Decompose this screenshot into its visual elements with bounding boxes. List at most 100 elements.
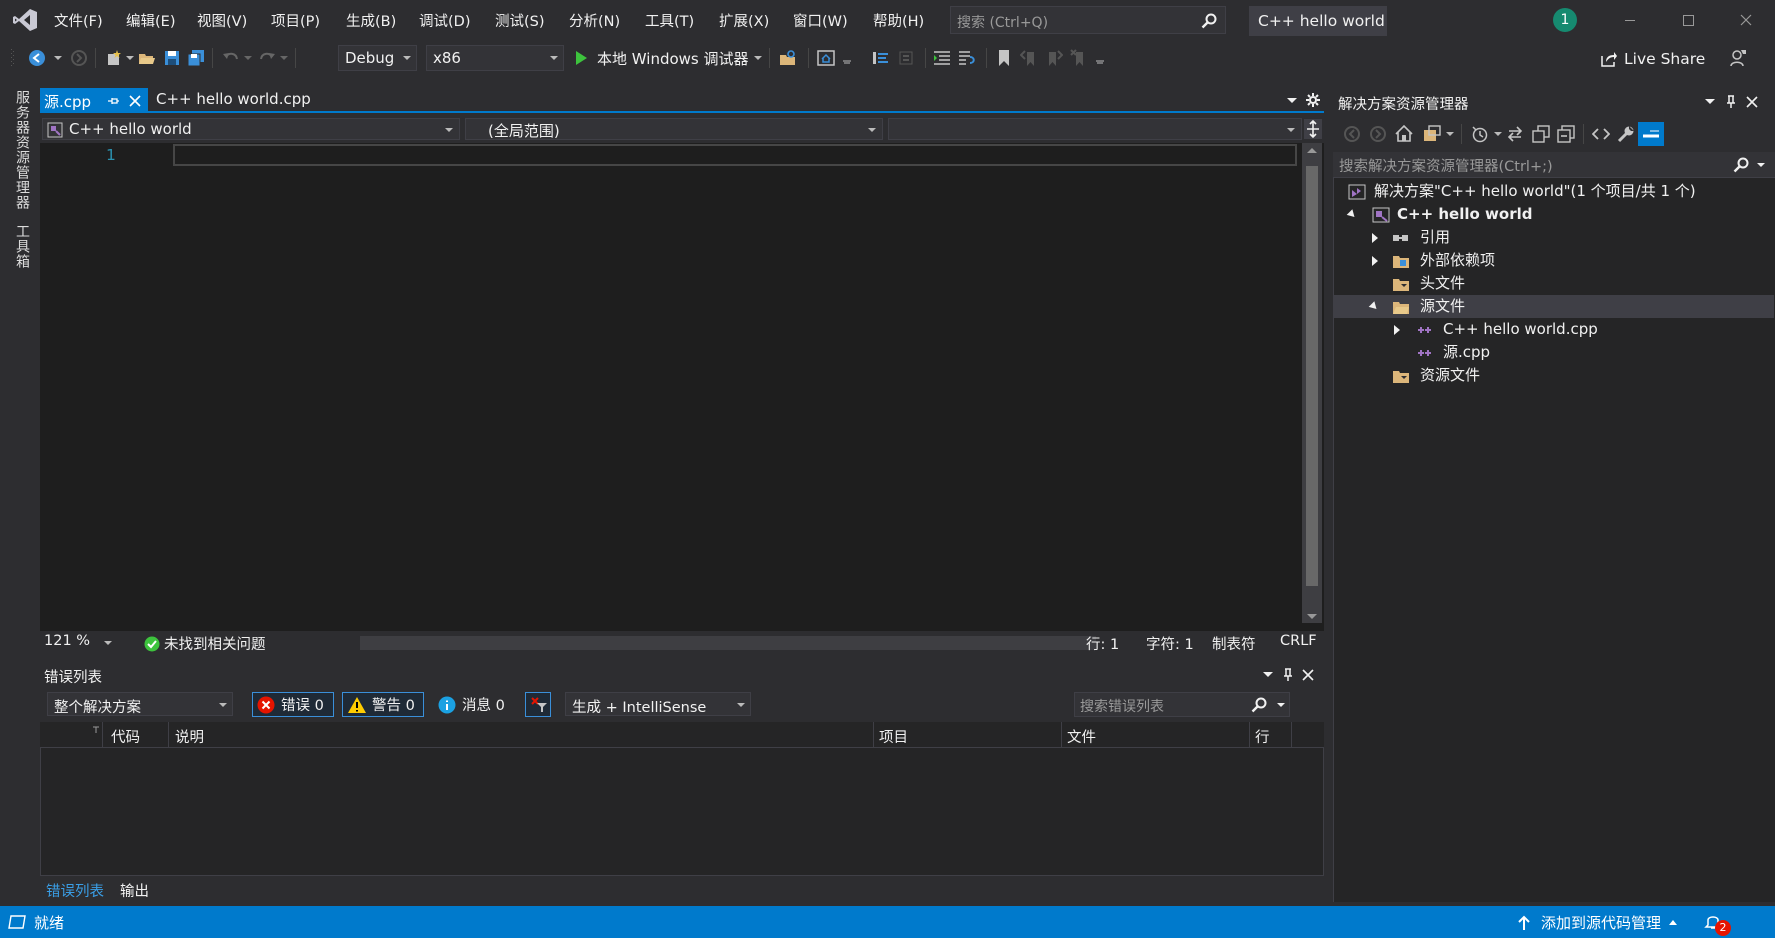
search-options-dropdown-icon[interactable] bbox=[1757, 163, 1765, 168]
bottom-tab-output[interactable]: 输出 bbox=[120, 880, 149, 901]
code-editor[interactable] bbox=[40, 143, 1324, 631]
toolbar-overflow-icon[interactable] bbox=[1096, 60, 1104, 66]
feedback-icon[interactable] bbox=[1729, 49, 1747, 67]
configuration-select[interactable]: Debug bbox=[338, 45, 417, 71]
live-share-button[interactable]: Live Share bbox=[1600, 48, 1705, 70]
close-panel-icon[interactable] bbox=[1302, 669, 1314, 681]
error-source-select[interactable]: 生成 + IntelliSense bbox=[565, 692, 751, 716]
back-dropdown-icon[interactable] bbox=[54, 56, 62, 62]
output-window-icon[interactable] bbox=[8, 915, 26, 929]
quick-search-input[interactable]: 搜索 (Ctrl+Q) bbox=[950, 6, 1226, 34]
filter-dropdown-icon[interactable] bbox=[1494, 132, 1502, 137]
messages-filter-button[interactable]: 消息 0 bbox=[434, 692, 509, 717]
scroll-up-icon[interactable] bbox=[1307, 148, 1317, 154]
menu-view[interactable]: 视图(V) bbox=[197, 10, 247, 31]
maximize-icon[interactable] bbox=[1678, 10, 1698, 30]
editor-tab-hello-world-cpp[interactable]: C++ hello world.cpp bbox=[156, 90, 311, 108]
tree-item-source-files[interactable]: 源文件 bbox=[1334, 295, 1774, 318]
pin-panel-icon[interactable] bbox=[1282, 668, 1294, 682]
toolbox-tab[interactable]: 工具箱 bbox=[12, 224, 32, 269]
navigate-back-icon[interactable] bbox=[28, 49, 46, 67]
collapse-all-icon[interactable] bbox=[1557, 125, 1575, 143]
views-dropdown-icon[interactable] bbox=[1446, 132, 1454, 137]
close-tab-icon[interactable] bbox=[128, 94, 142, 108]
error-scope-select[interactable]: 整个解决方案 bbox=[47, 692, 233, 716]
clear-bookmarks-icon[interactable] bbox=[1070, 49, 1088, 67]
panel-menu-dropdown-icon[interactable] bbox=[1263, 672, 1273, 678]
expanded-arrow-icon[interactable] bbox=[1368, 301, 1380, 312]
redo-dropdown-icon[interactable] bbox=[280, 56, 288, 62]
search-options-dropdown-icon[interactable] bbox=[1277, 703, 1285, 708]
server-explorer-tab[interactable]: 服务器资源管理器 bbox=[12, 90, 32, 210]
pin-panel-icon[interactable] bbox=[1725, 95, 1737, 109]
menu-analyze[interactable]: 分析(N) bbox=[569, 10, 620, 31]
menu-tools[interactable]: 工具(T) bbox=[645, 10, 694, 31]
tree-item-solution[interactable]: 解决方案"C++ hello world"(1 个项目/共 1 个) bbox=[1348, 180, 1696, 203]
collapsed-arrow-icon[interactable] bbox=[1372, 256, 1378, 266]
step-into-icon[interactable] bbox=[872, 49, 890, 67]
menu-debug[interactable]: 调试(D) bbox=[419, 10, 470, 31]
undo-dropdown-icon[interactable] bbox=[244, 56, 252, 62]
solution-home-icon[interactable] bbox=[817, 49, 835, 67]
sync-active-document-icon[interactable] bbox=[1506, 125, 1524, 143]
menu-edit[interactable]: 编辑(E) bbox=[126, 10, 175, 31]
minimize-icon[interactable] bbox=[1620, 10, 1640, 30]
find-in-files-icon[interactable] bbox=[779, 49, 797, 67]
view-code-icon[interactable] bbox=[1592, 125, 1610, 143]
start-debugging-button[interactable]: 本地 Windows 调试器 bbox=[574, 47, 749, 69]
menu-help[interactable]: 帮助(H) bbox=[873, 10, 924, 31]
tree-item-header-files[interactable]: 头文件 bbox=[1348, 272, 1465, 295]
bottom-tab-error-list[interactable]: 错误列表 bbox=[46, 880, 104, 901]
editor-tab-source-cpp[interactable]: 源.cpp bbox=[40, 88, 148, 113]
save-icon[interactable] bbox=[163, 49, 181, 67]
home-icon[interactable] bbox=[1395, 125, 1413, 143]
switch-views-icon[interactable] bbox=[1423, 125, 1441, 143]
notifications-button[interactable]: 2 bbox=[1704, 912, 1734, 936]
user-avatar[interactable]: 1 bbox=[1553, 8, 1577, 32]
new-dropdown-icon[interactable] bbox=[126, 56, 134, 62]
previous-bookmark-icon[interactable] bbox=[1020, 49, 1038, 67]
tree-item-external-deps[interactable]: 外部依赖项 bbox=[1348, 249, 1495, 272]
back-icon[interactable] bbox=[1343, 125, 1361, 143]
navigate-forward-icon[interactable] bbox=[70, 49, 88, 67]
tree-item-source-cpp[interactable]: 源.cpp bbox=[1348, 341, 1490, 364]
comment-lines-icon[interactable] bbox=[958, 49, 976, 67]
menu-test[interactable]: 测试(S) bbox=[495, 10, 545, 31]
column-project[interactable]: 项目 bbox=[879, 726, 908, 747]
tree-item-references[interactable]: 引用 bbox=[1348, 226, 1450, 249]
zoom-level[interactable]: 121 % bbox=[44, 633, 90, 649]
panel-menu-dropdown-icon[interactable] bbox=[1705, 99, 1715, 105]
project-scope-select[interactable]: C++ hello world bbox=[42, 118, 460, 140]
pending-changes-filter-icon[interactable] bbox=[1471, 125, 1489, 143]
new-project-icon[interactable] bbox=[105, 49, 123, 67]
clear-filter-button[interactable] bbox=[525, 692, 551, 717]
pin-tab-icon[interactable] bbox=[106, 94, 120, 108]
next-bookmark-icon[interactable] bbox=[1045, 49, 1063, 67]
debugger-dropdown-icon[interactable] bbox=[754, 56, 762, 62]
menu-window[interactable]: 窗口(W) bbox=[793, 10, 848, 31]
tree-item-resource-files[interactable]: 资源文件 bbox=[1348, 364, 1480, 387]
save-all-icon[interactable] bbox=[187, 49, 205, 67]
properties-wrench-icon[interactable] bbox=[1617, 125, 1635, 143]
bookmark-icon[interactable] bbox=[995, 49, 1013, 67]
open-file-icon[interactable] bbox=[138, 49, 156, 67]
home-dropdown-icon[interactable] bbox=[843, 60, 851, 66]
collapsed-arrow-icon[interactable] bbox=[1372, 233, 1378, 243]
editor-horizontal-scrollbar[interactable] bbox=[360, 636, 1096, 650]
menu-extensions[interactable]: 扩展(X) bbox=[719, 10, 769, 31]
undo-icon[interactable] bbox=[222, 49, 240, 67]
column-line[interactable]: 行 bbox=[1255, 726, 1270, 747]
column-file[interactable]: 文件 bbox=[1067, 726, 1096, 747]
tab-list-dropdown-icon[interactable] bbox=[1287, 98, 1297, 104]
refresh-icon[interactable] bbox=[1532, 125, 1550, 143]
menu-project[interactable]: 项目(P) bbox=[271, 10, 320, 31]
issues-indicator[interactable]: 未找到相关问题 bbox=[144, 633, 266, 654]
step-over-icon[interactable] bbox=[897, 49, 915, 67]
preview-selected-items-button[interactable] bbox=[1638, 122, 1664, 146]
redo-icon[interactable] bbox=[258, 49, 276, 67]
split-editor-icon[interactable] bbox=[1304, 119, 1322, 139]
platform-select[interactable]: x86 bbox=[426, 45, 564, 71]
menu-build[interactable]: 生成(B) bbox=[346, 10, 396, 31]
line-ending[interactable]: CRLF bbox=[1280, 633, 1317, 649]
collapsed-arrow-icon[interactable] bbox=[1394, 325, 1400, 335]
